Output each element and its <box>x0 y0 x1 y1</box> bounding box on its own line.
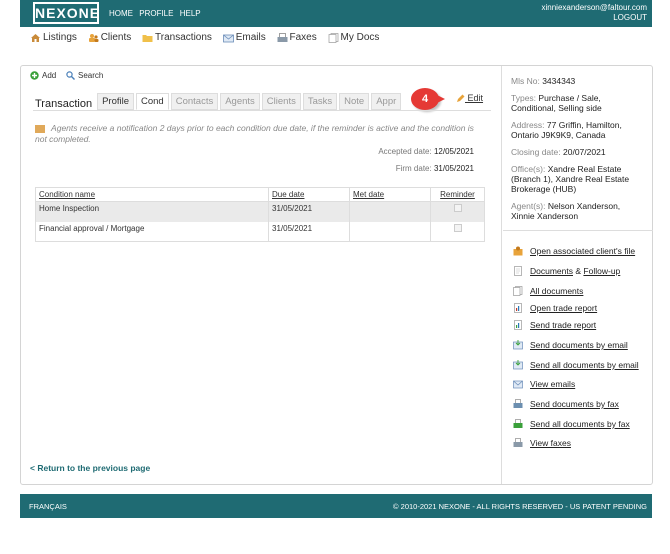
nav-faxes[interactable]: Faxes <box>277 32 317 43</box>
pencil-icon <box>457 94 465 103</box>
col-condition-name[interactable]: Condition name <box>35 187 269 202</box>
col-reminder[interactable]: Reminder <box>430 187 485 202</box>
tab-cond[interactable]: Cond <box>136 93 169 110</box>
documents-row: Documents & Follow-up <box>513 266 620 276</box>
fax-doc-icon <box>513 399 523 408</box>
nexone-logo[interactable]: NEXONE <box>33 2 99 24</box>
edit-link[interactable]: Edit <box>456 93 483 103</box>
offices: Office(s): Xandre Real Estate (Branch 1)… <box>511 164 630 194</box>
document-icon <box>514 266 522 276</box>
nav-transactions[interactable]: Transactions <box>142 32 212 43</box>
tab-clients[interactable]: Clients <box>261 93 301 110</box>
send-trade-report-link[interactable]: Send trade report <box>513 320 596 330</box>
transaction-tabs: Transaction Profile Cond Contacts Agents… <box>35 93 403 110</box>
nav-clients[interactable]: Clients <box>88 32 131 43</box>
closing-date: Closing date: 20/07/2021 <box>511 147 606 157</box>
send-report-icon <box>514 320 522 330</box>
conditions-table: Condition name Due date Met date Reminde… <box>35 187 485 242</box>
due-date: 31/05/2021 <box>268 221 350 242</box>
return-link[interactable]: < Return to the previous page <box>30 463 150 473</box>
view-fax-icon <box>513 438 523 447</box>
top-bar: NEXONE HOME PROFILE HELP xinniexanderson… <box>20 0 652 27</box>
types: Types: Purchase / Sale, Conditional, Sel… <box>511 93 602 113</box>
tab-profile[interactable]: Profile <box>97 93 134 110</box>
step-badge-arrow <box>435 94 445 104</box>
reminder-checkbox[interactable] <box>453 223 462 232</box>
address: Address: 77 Griffin, Hamilton, Ontario J… <box>511 120 622 140</box>
mls-number: Mls No: 3434343 <box>511 76 576 86</box>
search-button[interactable]: Search <box>66 71 103 80</box>
met-date <box>349 221 431 242</box>
column-divider <box>501 66 502 484</box>
main-nav: Listings Clients Transactions Emails Fax… <box>30 32 387 46</box>
transaction-details: Mls No: 3434343 Types: Purchase / Sale, … <box>511 76 646 228</box>
due-date: 31/05/2021 <box>268 201 350 222</box>
nav-home[interactable]: HOME <box>109 9 133 18</box>
footer: FRANÇAIS © 2010-2021 NEXONE - ALL RIGHTS… <box>20 494 652 518</box>
condition-name: Home Inspection <box>35 201 269 222</box>
fax-icon <box>277 32 287 42</box>
send-all-docs-email-link[interactable]: Send all documents by email <box>513 360 639 370</box>
logout-link[interactable]: LOGOUT <box>541 13 647 23</box>
tab-contacts[interactable]: Contacts <box>170 93 219 110</box>
tab-tasks[interactable]: Tasks <box>302 93 338 110</box>
content-panel: Add Search Transaction Profile Cond Cont… <box>20 65 653 485</box>
send-docs-fax-link[interactable]: Send documents by fax <box>513 399 619 409</box>
user-box: xinniexanderson@faltour.com LOGOUT <box>541 3 647 23</box>
copyright: © 2010-2021 NEXONE - ALL RIGHTS RESERVED… <box>393 502 647 511</box>
report-icon <box>514 303 522 313</box>
condition-name: Financial approval / Mortgage <box>35 221 269 242</box>
tabs-title: Transaction <box>35 98 93 110</box>
add-button[interactable]: Add <box>30 71 56 80</box>
docs-icon <box>328 32 338 43</box>
follow-up-link[interactable]: Follow-up <box>583 266 620 276</box>
agents: Agent(s): Nelson Xanderson, Xinnie Xande… <box>511 201 621 221</box>
firm-date: Firm date: 31/05/2021 <box>395 164 474 173</box>
amp-text: & <box>575 266 582 276</box>
col-met-date[interactable]: Met date <box>349 187 431 202</box>
language-link[interactable]: FRANÇAIS <box>29 502 67 511</box>
tab-underline <box>33 110 491 111</box>
documents-link[interactable]: Documents <box>530 266 573 276</box>
folder-icon <box>142 34 153 42</box>
tab-note[interactable]: Note <box>339 93 370 110</box>
search-icon <box>66 71 75 80</box>
email-all-docs-icon <box>513 360 523 370</box>
view-email-icon <box>513 380 523 389</box>
nav-emails[interactable]: Emails <box>222 32 266 43</box>
fax-all-docs-icon <box>513 419 523 428</box>
envelope-icon <box>222 34 234 42</box>
accepted-date: Accepted date: 12/05/2021 <box>378 147 474 156</box>
view-emails-link[interactable]: View emails <box>513 379 575 389</box>
reminder-checkbox[interactable] <box>453 204 462 212</box>
col-due-date[interactable]: Due date <box>268 187 350 202</box>
house-icon <box>31 33 40 42</box>
top-nav: HOME PROFILE HELP <box>109 9 205 18</box>
send-all-docs-fax-link[interactable]: Send all documents by fax <box>513 419 630 429</box>
documents-icon <box>513 286 523 296</box>
nav-my-docs[interactable]: My Docs <box>328 32 379 43</box>
open-trade-report-link[interactable]: Open trade report <box>513 303 597 313</box>
add-icon <box>30 71 39 80</box>
send-docs-email-link[interactable]: Send documents by email <box>513 340 628 350</box>
nav-profile[interactable]: PROFILE <box>139 9 173 18</box>
tab-agents[interactable]: Agents <box>220 93 260 110</box>
client-file-icon <box>513 246 523 256</box>
table-row[interactable]: Home Inspection 31/05/2021 <box>35 201 485 222</box>
open-client-file-link[interactable]: Open associated client's file <box>513 246 635 256</box>
view-faxes-link[interactable]: View faxes <box>513 438 571 448</box>
sidebar-separator <box>503 230 653 231</box>
email-doc-icon <box>513 340 523 350</box>
reminder-notice: Agents receive a notification 2 days pri… <box>35 123 474 144</box>
tab-appr[interactable]: Appr <box>371 93 402 110</box>
all-documents-link[interactable]: All documents <box>513 286 583 296</box>
table-row[interactable]: Financial approval / Mortgage 31/05/2021 <box>35 221 485 242</box>
user-email: xinniexanderson@faltour.com <box>541 3 647 12</box>
megaphone-icon <box>35 124 45 133</box>
nav-help[interactable]: HELP <box>180 9 201 18</box>
met-date <box>349 201 431 222</box>
people-icon <box>88 33 99 42</box>
nav-listings[interactable]: Listings <box>30 32 77 43</box>
